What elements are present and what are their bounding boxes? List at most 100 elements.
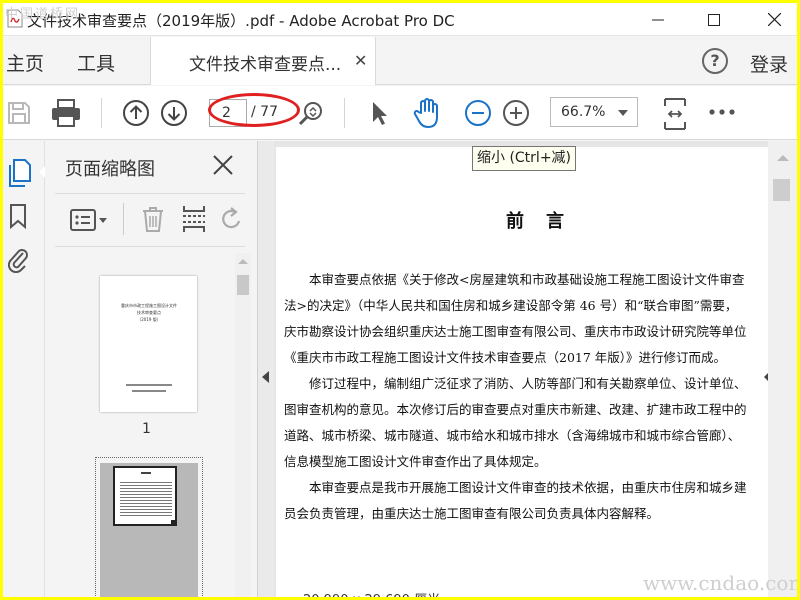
document-heading: 前言 <box>506 211 586 232</box>
resize-handle[interactable] <box>171 520 177 526</box>
fit-page-icon <box>664 98 686 130</box>
next-page-button[interactable] <box>159 98 189 128</box>
left-navigation-rail <box>3 141 46 597</box>
help-button[interactable]: ? <box>702 48 728 74</box>
bookmark-icon <box>10 204 26 229</box>
insert-page-icon <box>183 206 205 232</box>
thumbnail-text-line <box>141 472 151 474</box>
previous-page-button[interactable] <box>121 98 151 128</box>
document-text-line: 修订过程中，编制组广泛征求了消防、人防等部门和有关勘察单位、设计单位、 <box>284 376 747 391</box>
window-title: 文件技术审查要点（2019年版）.pdf - Adobe Acrobat Pro… <box>27 12 455 30</box>
arrow-down-circle-icon <box>161 100 187 126</box>
insert-page-button[interactable] <box>179 203 209 235</box>
thumbnail-text-line <box>126 384 172 386</box>
document-text-line: 法>的决定》（中华人民共和国住房和城乡建设部令第 46 号）和“联合审图”需要， <box>284 298 738 313</box>
login-link[interactable]: 登录 <box>750 50 788 77</box>
thumbnails-panel: 页面缩略图 重庆市市政工程施工图设计文件 技术审查要点 （2019 版） 1 <box>45 141 258 597</box>
menu-home[interactable]: 主页 <box>6 49 44 76</box>
magnifier-icon <box>298 102 322 126</box>
collapse-left-icon[interactable] <box>262 371 269 383</box>
menu-tools[interactable]: 工具 <box>77 49 115 76</box>
panel-tool-separator <box>123 203 124 235</box>
scroll-up-icon[interactable] <box>238 259 248 264</box>
close-window-button[interactable] <box>751 3 797 36</box>
zoom-out-tooltip: 缩小 (Ctrl+减) <box>472 146 577 171</box>
document-scrollbar[interactable] <box>768 141 797 597</box>
toolbar-separator <box>344 98 345 128</box>
panel-splitter[interactable] <box>258 141 274 597</box>
select-tool-button[interactable] <box>367 98 393 128</box>
watermark-top: 中国道桥网 <box>5 7 81 22</box>
zoom-level-value: 66.7% <box>561 104 606 120</box>
document-text-line: 图审查机构的意见。本次修订后的审查要点对重庆市新建、改建、扩建市政工程中的 <box>284 402 747 417</box>
paperclip-icon <box>7 249 28 273</box>
panel-divider <box>55 193 245 194</box>
cursor-arrow-icon <box>373 102 387 125</box>
viewport-indicator[interactable] <box>113 466 177 526</box>
title-bar: 文件技术审查要点（2019年版）.pdf - Adobe Acrobat Pro… <box>3 3 797 36</box>
document-text-line: 本审查要点依据《关于修改<房屋建筑和市政基础设施工程施工图设计文件审查 <box>284 272 745 287</box>
panel-title: 页面缩略图 <box>65 159 155 180</box>
thumbnail-text-line <box>132 390 166 392</box>
pages-icon <box>9 159 31 187</box>
maximize-button[interactable] <box>691 3 737 36</box>
panel-close-button[interactable] <box>213 155 233 179</box>
thumbnail-cover-text: 重庆市市政工程施工图设计文件 技术审查要点 （2019 版） <box>121 303 177 322</box>
scrollbar-thumb[interactable] <box>237 275 249 295</box>
document-text-line: 本审查要点是我市开展施工图设计文件审查的技术依据，由重庆市住房和城乡建 <box>284 480 747 495</box>
options-list-icon <box>70 209 107 231</box>
fit-page-button[interactable] <box>660 96 690 132</box>
acrobat-window: 文件技术审查要点（2019年版）.pdf - Adobe Acrobat Pro… <box>3 3 797 597</box>
document-view[interactable]: 前言 本审查要点依据《关于修改<房屋建筑和市政基础设施工程施工图设计文件审查 法… <box>274 141 770 597</box>
document-tab-label: 文件技术审查要点... <box>189 55 342 75</box>
zoom-level-select[interactable]: 66.7% <box>550 97 638 127</box>
document-text-line: 员会负责管理，由重庆达士施工图审查有限公司负责具体内容解释。 <box>284 506 660 521</box>
document-text-line: 道路、城市桥梁、城市隧道、城市给水和城市排水（含海绵城市和城市综合管廊）、 <box>284 428 741 443</box>
more-options-button[interactable] <box>707 100 737 124</box>
toolbar: 2 / 77 66.7% <box>3 86 797 140</box>
maximize-icon <box>708 13 720 26</box>
hand-tool-button[interactable] <box>411 96 445 130</box>
bookmarks-button[interactable] <box>5 201 31 231</box>
thumbnail-options-button[interactable] <box>69 205 109 235</box>
page-thumbnail-label: 1 <box>142 421 151 437</box>
attachments-button[interactable] <box>5 243 31 275</box>
more-horizontal-icon <box>709 109 735 115</box>
minimize-button[interactable] <box>635 3 681 36</box>
page-thumbnails-button[interactable] <box>5 157 33 189</box>
zoom-tool-button[interactable] <box>297 98 325 128</box>
zoom-out-icon <box>465 100 491 126</box>
zoom-out-button[interactable] <box>463 98 493 128</box>
zoom-in-icon <box>503 100 529 126</box>
close-icon <box>213 155 233 175</box>
page-size-status: 20.990 x 29.690 厘米 <box>303 589 440 597</box>
document-text-line: 《重庆市市政工程施工图设计文件技术审查要点（2017 年版）》进行修订而成。 <box>284 350 727 365</box>
arrow-up-circle-icon <box>123 100 149 126</box>
scroll-up-icon[interactable] <box>777 155 789 161</box>
toolbar-separator <box>101 98 102 128</box>
rotate-icon <box>222 207 241 229</box>
printer-icon <box>52 99 80 127</box>
panel-divider <box>55 246 245 247</box>
rotate-page-button[interactable] <box>219 203 245 235</box>
delete-page-button[interactable] <box>139 203 167 235</box>
watermark-bottom: www.cndao.com <box>643 571 797 595</box>
print-button[interactable] <box>49 96 83 130</box>
zoom-in-button[interactable] <box>501 98 531 128</box>
document-tab[interactable]: 文件技术审查要点... ✕ <box>150 37 376 85</box>
trash-icon <box>143 207 163 232</box>
chevron-down-icon <box>618 110 628 116</box>
scrollbar-thumb[interactable] <box>773 179 790 201</box>
page-thumbnail-1[interactable]: 重庆市市政工程施工图设计文件 技术审查要点 （2019 版） <box>100 276 197 412</box>
document-text-line: 庆市勘察设计协会组织重庆达士施工图审查有限公司、重庆市市政设计研究院等单位 <box>284 324 747 339</box>
document-text-line: 信息模型施工图设计文件审查作出了具体规定。 <box>284 454 547 469</box>
save-button[interactable] <box>5 98 33 128</box>
minimize-icon <box>652 19 664 20</box>
tab-close-icon[interactable]: ✕ <box>354 51 367 70</box>
highlight-ellipse <box>208 93 300 127</box>
menu-bar: 主页 工具 文件技术审查要点... ✕ ? 登录 <box>3 37 797 85</box>
hand-icon <box>413 98 438 128</box>
thumbnails-scrollbar[interactable] <box>235 253 251 597</box>
thumbnail-text-block <box>120 480 172 516</box>
close-icon <box>767 13 781 26</box>
